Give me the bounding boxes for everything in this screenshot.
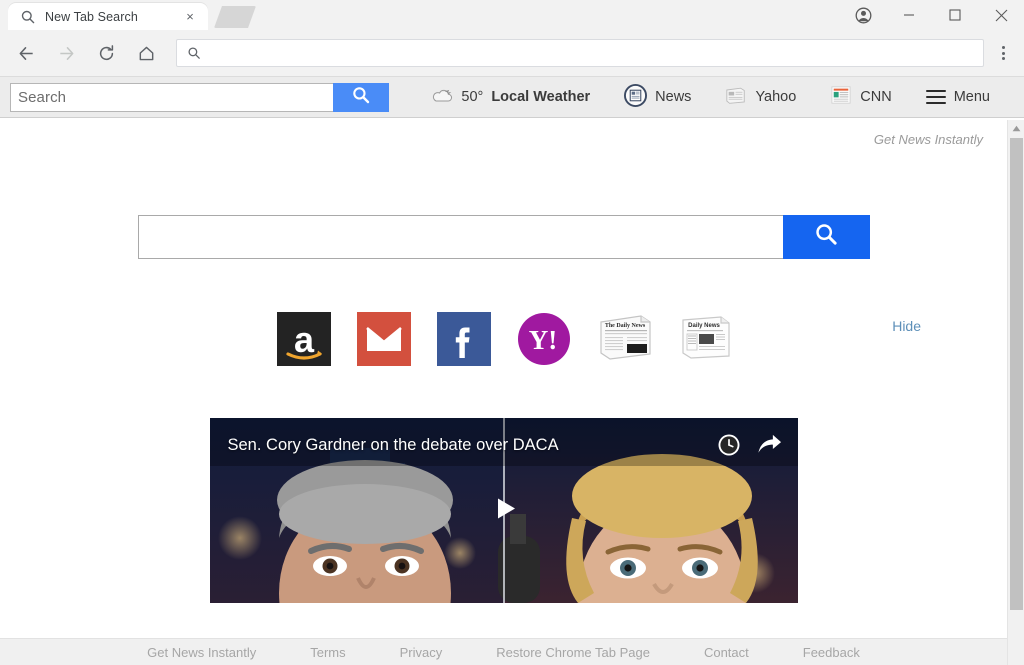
shortcut-gmail[interactable]	[357, 312, 411, 366]
shortcut-yahoo[interactable]: Y!	[517, 312, 571, 366]
shortcut-tiles: a	[0, 312, 1007, 366]
ext-link-yahoo[interactable]: Yahoo	[725, 86, 796, 109]
shortcut-newspaper-2[interactable]: Daily News	[677, 312, 731, 366]
search-icon	[351, 85, 371, 110]
shortcut-amazon[interactable]: a	[277, 312, 331, 366]
main-search-input[interactable]	[138, 215, 783, 259]
footer-link-feedback[interactable]: Feedback	[803, 645, 860, 660]
title-bar: New Tab Search ×	[0, 0, 1024, 30]
news-label: News	[655, 89, 691, 105]
scroll-up-arrow-icon[interactable]	[1008, 120, 1024, 137]
close-button[interactable]	[978, 0, 1024, 30]
cnn-article-icon	[830, 85, 852, 109]
profile-avatar-icon[interactable]	[840, 0, 886, 30]
chrome-menu-button[interactable]	[990, 38, 1016, 68]
shortcut-facebook[interactable]	[437, 312, 491, 366]
cnn-label: CNN	[860, 89, 891, 105]
main-search	[138, 215, 870, 259]
ext-link-menu[interactable]: Menu	[926, 89, 990, 105]
forward-button	[51, 38, 81, 68]
hamburger-icon	[926, 90, 946, 105]
newspaper-icon	[725, 86, 747, 109]
home-button[interactable]	[131, 38, 161, 68]
scrollbar-thumb[interactable]	[1010, 138, 1023, 610]
menu-dot	[1002, 52, 1005, 55]
footer-link-restore-chrome-tab-page[interactable]: Restore Chrome Tab Page	[496, 645, 650, 660]
back-button[interactable]	[11, 38, 41, 68]
browser-window: New Tab Search ×	[0, 0, 1024, 665]
page-footer: Get News Instantly Terms Privacy Restore…	[0, 638, 1007, 665]
search-icon	[187, 46, 201, 60]
tab-strip: New Tab Search ×	[0, 0, 256, 30]
extension-toolbar: Search 50° L	[0, 77, 1024, 118]
video-actions	[717, 433, 782, 462]
menu-dot	[1002, 46, 1005, 49]
video-player[interactable]: Sen. Cory Gardner on the debate over DAC…	[210, 418, 798, 603]
hide-shortcuts-link[interactable]: Hide	[892, 318, 921, 334]
maximize-button[interactable]	[932, 0, 978, 30]
close-icon[interactable]: ×	[181, 8, 199, 26]
ext-link-cnn[interactable]: CNN	[830, 85, 891, 109]
search-icon	[813, 221, 840, 253]
yahoo-label: Yahoo	[755, 89, 796, 105]
video-row: Sen. Cory Gardner on the debate over DAC…	[0, 418, 1007, 603]
hamburger-line	[926, 102, 946, 105]
extension-search: Search	[10, 83, 389, 112]
hamburger-line	[926, 96, 946, 99]
cloud-icon	[431, 87, 453, 107]
footer-link-get-news-instantly[interactable]: Get News Instantly	[147, 645, 256, 660]
extension-search-placeholder: Search	[11, 89, 66, 106]
play-button[interactable]	[484, 488, 524, 533]
tab-title: New Tab Search	[45, 10, 181, 24]
ext-link-weather[interactable]: 50° Local Weather	[431, 87, 590, 107]
share-arrow-icon[interactable]	[757, 433, 782, 462]
window-controls	[840, 0, 1024, 30]
svg-text:Y!: Y!	[528, 325, 557, 355]
main-search-button[interactable]	[783, 215, 870, 259]
tab-new-tab-search[interactable]: New Tab Search ×	[8, 3, 208, 30]
weather-temp: 50°	[461, 89, 483, 105]
menu-label: Menu	[954, 89, 990, 105]
clock-icon[interactable]	[717, 433, 741, 462]
hamburger-line	[926, 90, 946, 93]
weather-label: Local Weather	[491, 89, 590, 105]
footer-link-terms[interactable]: Terms	[310, 645, 345, 660]
shortcut-newspaper-1[interactable]: The Daily News	[597, 312, 651, 366]
video-title: Sen. Cory Gardner on the debate over DAC…	[228, 436, 708, 455]
extension-search-input[interactable]: Search	[10, 83, 333, 112]
svg-text:Daily News: Daily News	[688, 323, 720, 329]
news-badge-icon	[624, 84, 647, 111]
ext-link-news[interactable]: News	[624, 84, 691, 111]
footer-link-contact[interactable]: Contact	[704, 645, 749, 660]
extension-search-button[interactable]	[333, 83, 389, 112]
menu-dot	[1002, 57, 1005, 60]
main-search-row	[0, 215, 1007, 259]
reload-button[interactable]	[91, 38, 121, 68]
page-scrollbar[interactable]	[1007, 120, 1024, 665]
new-tab-button[interactable]	[214, 6, 256, 28]
address-bar[interactable]	[176, 39, 984, 67]
footer-link-privacy[interactable]: Privacy	[400, 645, 443, 660]
svg-text:The Daily News: The Daily News	[604, 323, 645, 329]
extension-links: 50° Local Weather News	[431, 84, 1024, 111]
svg-text:a: a	[293, 319, 314, 360]
page-tagline: Get News Instantly	[0, 120, 1007, 147]
minimize-button[interactable]	[886, 0, 932, 30]
search-icon	[20, 9, 36, 25]
new-tab-page: Get News Instantly Hide	[0, 120, 1007, 665]
browser-toolbar	[0, 30, 1024, 77]
